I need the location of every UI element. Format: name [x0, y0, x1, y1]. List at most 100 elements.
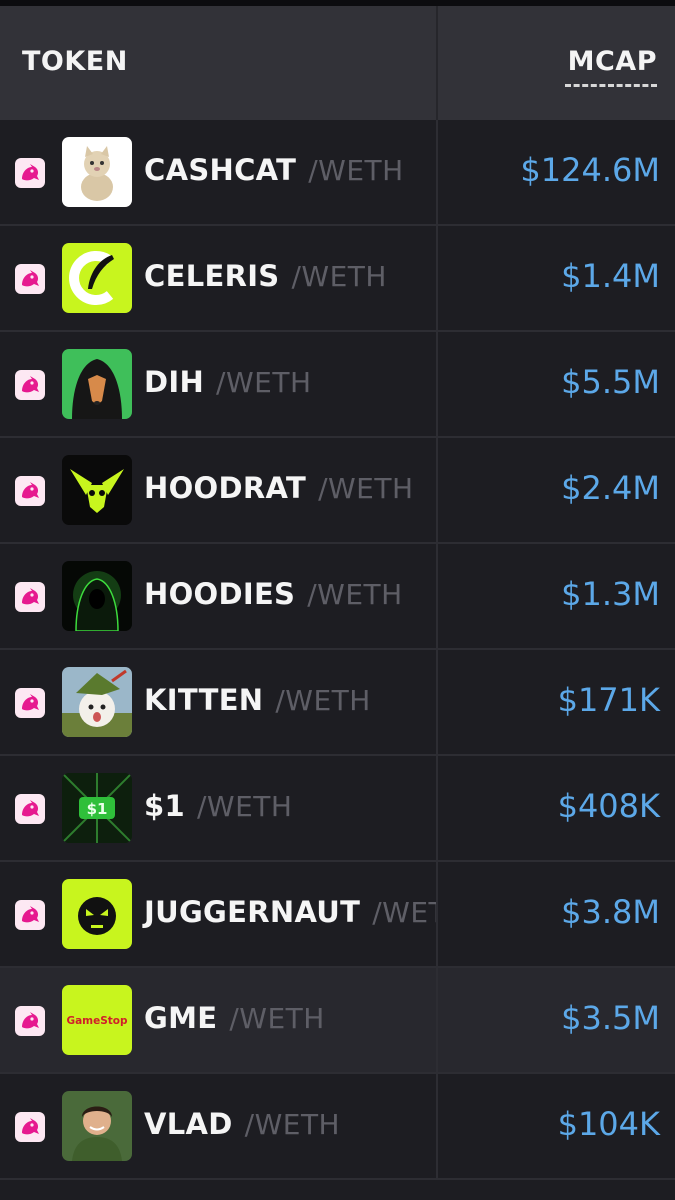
table-row[interactable]: KITTEN/WETH $171K: [0, 650, 675, 756]
token-cell: GameStop GME/WETH: [0, 968, 438, 1072]
mcap-value: $124.6M: [520, 151, 660, 189]
token-cell: DIH/WETH: [0, 332, 438, 436]
uniswap-icon: [15, 370, 45, 400]
pair-label: /WETH: [307, 578, 403, 611]
mcap-cell: $2.4M: [438, 438, 675, 542]
token-cell: CASHCAT/WETH: [0, 120, 438, 224]
token-symbol: VLAD: [144, 1107, 233, 1141]
token-symbol: CELERIS: [144, 259, 280, 293]
uniswap-icon: [15, 688, 45, 718]
token-symbol: $1: [144, 789, 185, 823]
table-row[interactable]: $1 $1/WETH $408K: [0, 756, 675, 862]
pair-label: /WETH: [372, 896, 436, 929]
portrait-icon: [62, 1091, 132, 1161]
table-header: TOKEN MCAP: [0, 6, 675, 120]
hooded-figure-icon: [62, 561, 132, 631]
token-cell: $1 $1/WETH: [0, 756, 438, 860]
uniswap-icon: [15, 264, 45, 294]
token-cell: VLAD/WETH: [0, 1074, 438, 1178]
mcap-cell: $3.5M: [438, 968, 675, 1072]
pair-label: /WETH: [196, 790, 293, 823]
uniswap-icon: [15, 1006, 45, 1036]
uniswap-icon: [15, 1112, 45, 1142]
mcap-header-underline: [565, 84, 657, 87]
feather-icon: [62, 243, 132, 313]
token-name[interactable]: DIH/WETH: [144, 365, 312, 399]
dollar-sign-icon: $1: [62, 773, 132, 843]
mcap-value: $2.4M: [561, 469, 660, 507]
token-symbol: KITTEN: [144, 683, 264, 717]
table-row[interactable]: CELERIS/WETH $1.4M: [0, 226, 675, 332]
mcap-value: $3.8M: [561, 893, 660, 931]
token-symbol: DIH: [144, 365, 205, 399]
token-name[interactable]: VLAD/WETH: [144, 1107, 340, 1141]
token-cell: CELERIS/WETH: [0, 226, 438, 330]
uniswap-icon: [15, 900, 45, 930]
mcap-value: $5.5M: [561, 363, 660, 401]
mcap-cell: $171K: [438, 650, 675, 754]
table-row[interactable]: VLAD/WETH $104K: [0, 1074, 675, 1180]
uniswap-icon: [15, 158, 45, 188]
mcap-value: $1.4M: [561, 257, 660, 295]
pair-label: /WETH: [216, 366, 312, 399]
mcap-value: $3.5M: [561, 999, 660, 1037]
table-row[interactable]: HOODIES/WETH $1.3M: [0, 544, 675, 650]
pair-label: /WETH: [308, 154, 404, 187]
token-name[interactable]: HOODIES/WETH: [144, 577, 403, 611]
token-symbol: HOODIES: [144, 577, 296, 611]
uniswap-icon: [15, 794, 45, 824]
token-cell: HOODIES/WETH: [0, 544, 438, 648]
mcap-value: $171K: [557, 681, 660, 719]
uniswap-icon: [15, 582, 45, 612]
mcap-value: $408K: [557, 787, 660, 825]
token-cell: HOODRAT/WETH: [0, 438, 438, 542]
mcap-header-label[interactable]: MCAP: [568, 46, 657, 77]
mcap-cell: $3.8M: [438, 862, 675, 966]
table-row[interactable]: CASHCAT/WETH $124.6M: [0, 120, 675, 226]
gamestop-logo-text: GameStop: [66, 1015, 128, 1027]
token-list: CASHCAT/WETH $124.6M CELERIS/WETH $1.4M: [0, 120, 675, 1180]
rat-icon: [62, 455, 132, 525]
table-row[interactable]: JUGGERNAUT/WETH $3.8M: [0, 862, 675, 968]
token-symbol: HOODRAT: [144, 471, 307, 505]
table-footer-edge: [0, 1180, 675, 1200]
token-symbol: GME: [144, 1001, 218, 1035]
token-symbol: JUGGERNAUT: [144, 895, 361, 929]
pair-label: /WETH: [275, 684, 371, 717]
pair-label: /WETH: [291, 260, 387, 293]
table-row[interactable]: GameStop GME/WETH $3.5M: [0, 968, 675, 1074]
svg-text:$1: $1: [87, 800, 108, 818]
pair-label: /WETH: [244, 1108, 341, 1141]
mcap-cell: $1.3M: [438, 544, 675, 648]
token-name[interactable]: $1/WETH: [144, 789, 292, 823]
mcap-cell: $408K: [438, 756, 675, 860]
token-header-label: TOKEN: [22, 46, 128, 77]
token-name[interactable]: CASHCAT/WETH: [144, 153, 404, 187]
token-name[interactable]: JUGGERNAUT/WETH: [144, 895, 436, 929]
token-name[interactable]: CELERIS/WETH: [144, 259, 387, 293]
token-column-header[interactable]: TOKEN: [0, 6, 438, 120]
token-name[interactable]: GME/WETH: [144, 1001, 325, 1035]
token-name[interactable]: KITTEN/WETH: [144, 683, 371, 717]
gamestop-logo-icon: GameStop: [62, 985, 132, 1055]
table-row[interactable]: DIH/WETH $5.5M: [0, 332, 675, 438]
pair-label: /WETH: [318, 472, 414, 505]
token-name[interactable]: HOODRAT/WETH: [144, 471, 414, 505]
kitten-icon: [62, 667, 132, 737]
hooded-dog-icon: [62, 349, 132, 419]
angry-face-icon: [62, 879, 132, 949]
mcap-cell: $104K: [438, 1074, 675, 1178]
mcap-cell: $1.4M: [438, 226, 675, 330]
token-cell: JUGGERNAUT/WETH: [0, 862, 438, 966]
mcap-cell: $124.6M: [438, 120, 675, 224]
mcap-column-header[interactable]: MCAP: [438, 6, 675, 120]
cat-icon: [62, 137, 132, 207]
uniswap-icon: [15, 476, 45, 506]
mcap-value: $1.3M: [561, 575, 660, 613]
token-cell: KITTEN/WETH: [0, 650, 438, 754]
mcap-value: $104K: [557, 1105, 660, 1143]
mcap-cell: $5.5M: [438, 332, 675, 436]
pair-label: /WETH: [229, 1002, 325, 1035]
token-symbol: CASHCAT: [144, 153, 297, 187]
table-row[interactable]: HOODRAT/WETH $2.4M: [0, 438, 675, 544]
